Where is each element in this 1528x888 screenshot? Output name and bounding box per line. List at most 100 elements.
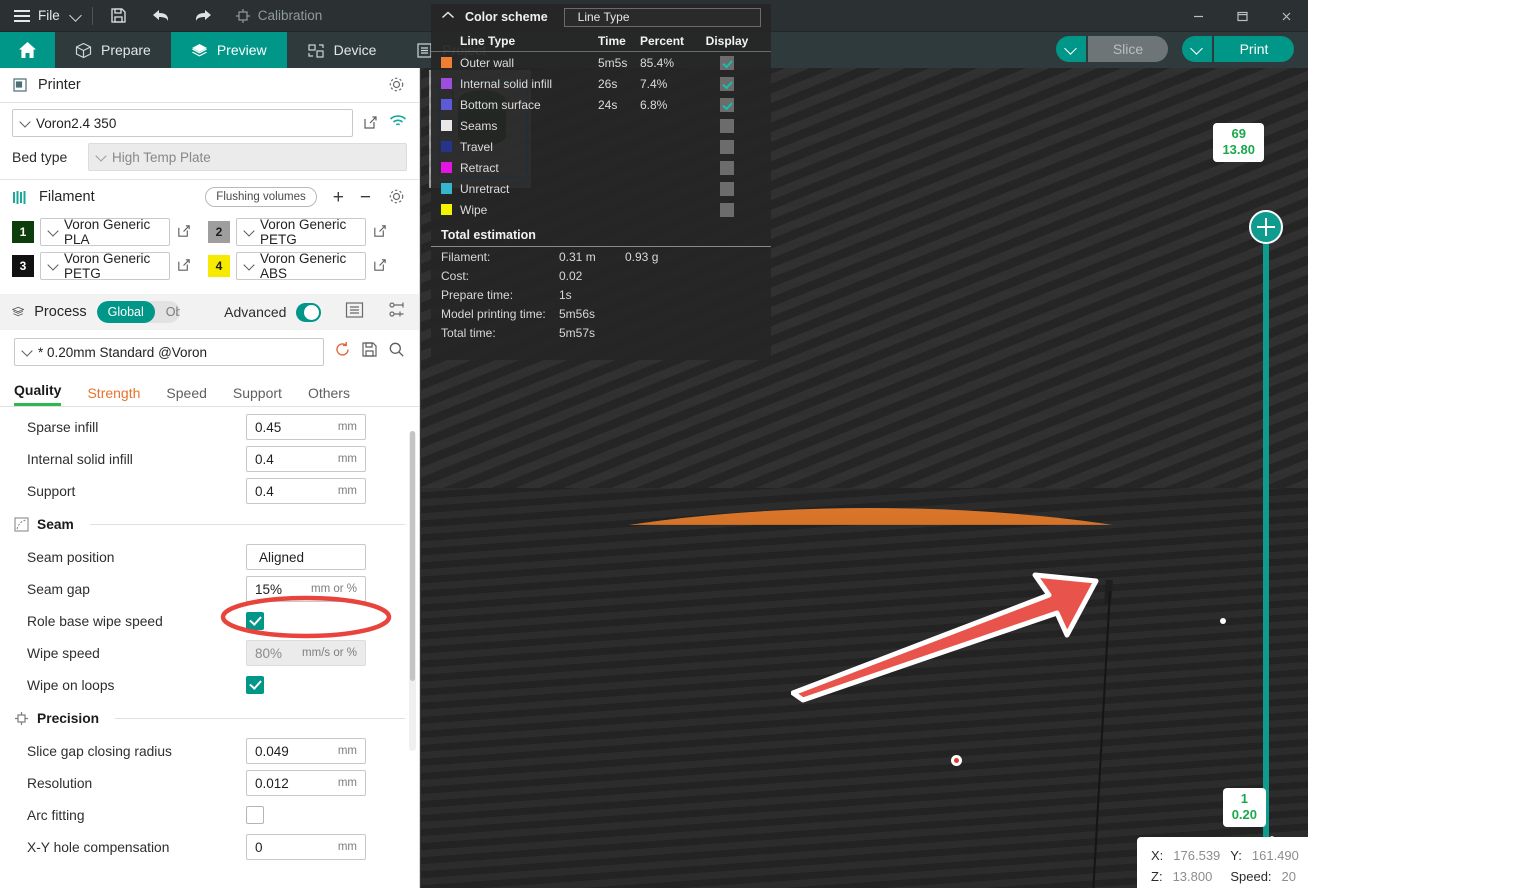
display-checkbox[interactable] [720,182,734,196]
param-label: X-Y hole compensation [14,840,169,855]
edit-filament-3-icon[interactable] [176,257,194,275]
group-title: Seam [37,517,74,532]
legend-row-wipe[interactable]: Wipe [431,199,771,220]
legend-row-retract[interactable]: Retract [431,157,771,178]
display-checkbox[interactable] [720,98,734,112]
process-scope-toggle[interactable]: Global Objects [97,301,181,323]
color-swatch [441,120,452,131]
display-checkbox[interactable] [720,119,734,133]
display-checkbox[interactable] [720,203,734,217]
sparse-infill-input[interactable]: 0.45 mm [246,414,366,440]
param-label: Sparse infill [14,420,98,435]
parameter-list-icon[interactable] [345,301,364,324]
slice-button[interactable]: Slice [1088,36,1168,62]
edit-filament-2-icon[interactable] [372,223,390,241]
layer-slider-upper-handle[interactable] [1249,210,1283,244]
tab-speed[interactable]: Speed [166,385,206,406]
edit-filament-4-icon[interactable] [372,257,390,275]
filament-index-4[interactable]: 4 [208,255,230,277]
color-scheme-select[interactable]: Line Type [564,8,761,27]
slice-gap-closing-radius-input[interactable]: 0.049 mm [246,738,366,764]
filament-name-2: Voron Generic PETG [260,217,357,247]
compare-presets-icon[interactable] [388,301,407,324]
support-input[interactable]: 0.4 mm [246,478,366,504]
search-parameter-icon[interactable] [388,341,405,363]
print-dropdown-button[interactable] [1182,36,1212,62]
filament-select-2[interactable]: Voron Generic PETG [236,218,366,246]
resolution-input[interactable]: 0.012 mm [246,770,366,796]
print-split-button[interactable]: Print [1182,36,1294,62]
filament-select-4[interactable]: Voron Generic ABS [236,252,366,280]
edit-filament-1-icon[interactable] [176,223,194,241]
gear-icon[interactable] [387,75,407,95]
slice-dropdown-button[interactable] [1056,36,1086,62]
retract-point-marker [951,755,962,766]
legend-row-unretract[interactable]: Unretract [431,178,771,199]
seam-gap-input[interactable]: 15% mm or % [246,576,366,602]
filament-settings-gear-icon[interactable] [387,187,407,207]
wifi-icon[interactable] [389,114,407,133]
process-preset-select[interactable]: * 0.20mm Standard @Voron [14,338,324,366]
legend-row-internal-solid-infill[interactable]: Internal solid infill 26s 7.4% [431,73,771,94]
display-checkbox[interactable] [720,161,734,175]
bed-type-select[interactable]: High Temp Plate [88,143,407,171]
add-filament-button[interactable]: + [333,188,344,207]
save-icon[interactable] [109,6,129,26]
display-checkbox[interactable] [720,140,734,154]
print-button[interactable]: Print [1214,36,1294,62]
reset-preset-icon[interactable] [334,341,351,363]
filament-select-1[interactable]: Voron Generic PLA [40,218,170,246]
scope-global[interactable]: Global [97,301,155,323]
chevron-down-icon[interactable] [70,10,82,22]
display-checkbox[interactable] [720,56,734,70]
chevron-down-icon [97,152,107,162]
undo-icon[interactable] [151,6,171,26]
layer-slider-track[interactable] [1263,226,1269,866]
save-preset-icon[interactable] [361,341,378,363]
tab-preview[interactable]: Preview [171,32,287,68]
wipe-speed-input[interactable]: 80% mm/s or % [246,640,366,666]
estimation-key: Total time: [441,326,559,340]
file-menu-button[interactable]: File [0,0,70,32]
tab-others[interactable]: Others [308,385,350,406]
printer-select[interactable]: Voron2.4 350 [12,109,353,137]
role-base-wipe-speed-checkbox[interactable] [246,612,264,630]
wipe-on-loops-checkbox[interactable] [246,676,264,694]
color-scheme-header: Color scheme Line Type [431,4,771,30]
scope-objects[interactable]: Objects [155,301,180,323]
tab-quality[interactable]: Quality [14,382,61,406]
calibration-button[interactable]: Calibration [235,8,323,24]
tab-support[interactable]: Support [233,385,282,406]
layer-slider[interactable] [1246,148,1286,848]
chevron-up-icon[interactable] [441,8,455,26]
left-panel-scrollbar[interactable] [409,431,416,751]
edit-printer-icon[interactable] [362,114,380,132]
y-label: Y: [1230,845,1242,866]
legend-row-bottom-surface[interactable]: Bottom surface 24s 6.8% [431,94,771,115]
maximize-button[interactable] [1220,0,1264,32]
flushing-volumes-button[interactable]: Flushing volumes [205,187,316,207]
legend-row-seams[interactable]: Seams [431,115,771,136]
filament-index-1[interactable]: 1 [12,221,34,243]
tab-prepare[interactable]: Prepare [55,32,171,68]
close-button[interactable] [1264,0,1308,32]
xy-hole-compensation-input[interactable]: 0 mm [246,834,366,860]
filament-index-2[interactable]: 2 [208,221,230,243]
tab-strength[interactable]: Strength [87,385,140,406]
legend-row-travel[interactable]: Travel [431,136,771,157]
internal-solid-infill-input[interactable]: 0.4 mm [246,446,366,472]
filament-name-3: Voron Generic PETG [64,251,161,281]
filament-select-3[interactable]: Voron Generic PETG [40,252,170,280]
filament-index-3[interactable]: 3 [12,255,34,277]
tab-home[interactable] [0,32,55,68]
slice-split-button[interactable]: Slice [1056,36,1168,62]
legend-row-outer-wall[interactable]: Outer wall 5m5s 85.4% [431,52,771,73]
minimize-button[interactable] [1176,0,1220,32]
seam-position-select[interactable]: Aligned [246,544,366,570]
tab-device[interactable]: Device [287,32,397,68]
display-checkbox[interactable] [720,77,734,91]
remove-filament-button[interactable]: − [360,188,371,207]
advanced-toggle[interactable] [296,303,321,322]
arc-fitting-checkbox[interactable] [246,806,264,824]
redo-icon[interactable] [193,6,213,26]
